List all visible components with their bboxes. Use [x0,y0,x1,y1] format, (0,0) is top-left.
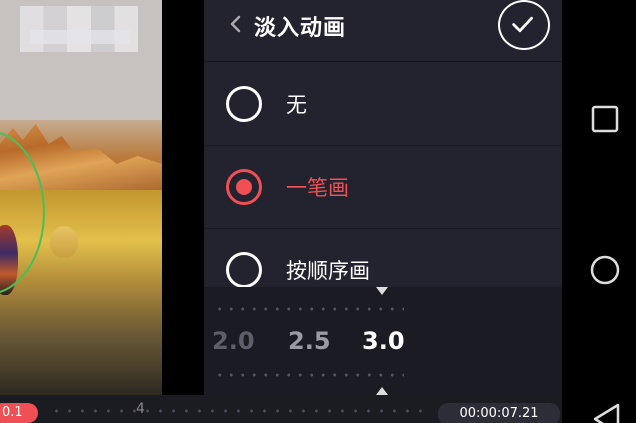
chevron-left-icon[interactable] [226,14,246,34]
picker-ticks-bottom [214,373,404,377]
radio-button[interactable] [226,86,262,122]
confirm-button[interactable] [498,0,550,50]
timeline-badge: 0.1 [0,403,38,423]
home-button[interactable] [562,240,636,300]
duration-value-2-5[interactable]: 2.5 [288,327,331,355]
back-icon [593,403,620,423]
radio-button-selected[interactable] [226,169,262,205]
duration-picker[interactable]: 2.0 2.5 3.0 [204,287,562,395]
radio-button[interactable] [226,252,262,288]
picker-ticks-top [214,307,404,311]
option-label: 一笔画 [286,176,349,200]
blurred-watermark [20,6,138,52]
duration-value-3-0[interactable]: 3.0 [362,327,405,355]
radio-dot [236,179,252,195]
timecode-label: 00:00:07.21 [438,403,560,423]
timeline-ticks [50,409,430,413]
option-label: 无 [286,93,307,117]
recent-apps-button[interactable] [562,90,636,150]
option-one-stroke[interactable]: 一笔画 [204,146,562,229]
checkmark-icon [512,16,533,33]
back-button[interactable] [562,383,636,423]
picker-marker-down-icon [376,287,388,295]
option-label: 按顺序画 [286,259,370,283]
fade-in-animation-panel: 淡入动画 无 一笔画 按顺序画 2.0 2.5 3.0 [204,0,562,395]
preview-letterbox [162,0,204,395]
panel-title: 淡入动画 [254,16,347,41]
duration-value-2-0[interactable]: 2.0 [212,327,255,355]
hot-air-balloon [50,226,78,258]
option-none[interactable]: 无 [204,63,562,146]
home-icon [590,255,620,285]
android-nav-bar [562,0,636,423]
timeline-strip[interactable]: 0.1 4 00:00:07.21 [0,395,562,423]
timeline-marker-label: 4 [136,401,145,417]
video-preview [0,0,162,395]
recent-apps-icon [591,105,619,133]
panel-header: 淡入动画 [204,0,562,62]
picker-marker-up-icon [376,387,388,395]
blurred-watermark-line [30,30,130,44]
